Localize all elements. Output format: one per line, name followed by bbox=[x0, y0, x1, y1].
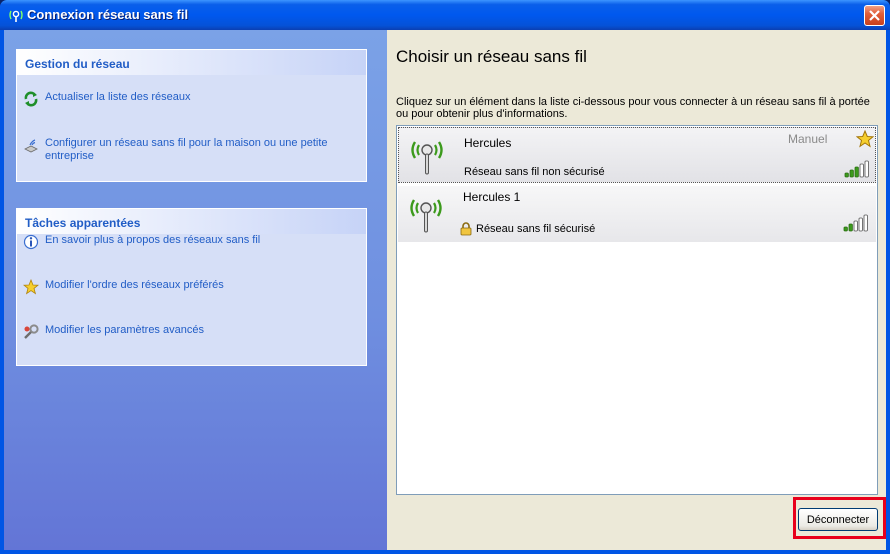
task-pane: Gestion du réseau Actualiser la liste de… bbox=[4, 30, 387, 550]
signal-bar bbox=[853, 220, 858, 232]
wireless-antenna-icon bbox=[9, 10, 23, 22]
signal-strength-icon bbox=[843, 214, 868, 232]
network-name: Hercules bbox=[464, 136, 512, 150]
signal-bar bbox=[843, 226, 848, 232]
network-name: Hercules 1 bbox=[463, 190, 521, 204]
star-icon bbox=[23, 279, 39, 295]
signal-strength-icon bbox=[844, 160, 869, 178]
lock-icon bbox=[460, 222, 472, 236]
network-selection-pane: Choisir un réseau sans fil Cliquez sur u… bbox=[387, 30, 886, 550]
network-security-status: Réseau sans fil sécurisé bbox=[460, 222, 595, 236]
signal-bar bbox=[858, 217, 863, 232]
settings-icon bbox=[24, 324, 39, 339]
setup-wireless-network-label: Configurer un réseau sans fil pour la ma… bbox=[45, 137, 328, 162]
title-bar[interactable]: Connexion réseau sans fil bbox=[0, 0, 890, 30]
network-security-status: Réseau sans fil non sécurisé bbox=[464, 166, 605, 178]
learn-about-wireless-label: En savoir plus à propos des réseaux sans… bbox=[45, 234, 261, 246]
signal-bar bbox=[854, 166, 859, 178]
signal-bar bbox=[849, 169, 854, 178]
network-security-text: Réseau sans fil sécurisé bbox=[476, 223, 596, 235]
related-tasks-header: Tâches apparentées bbox=[17, 209, 366, 234]
close-button[interactable] bbox=[864, 5, 885, 26]
page-title: Choisir un réseau sans fil bbox=[396, 47, 587, 66]
refresh-icon bbox=[24, 91, 38, 107]
instructions-text: Cliquez sur un élément dans la liste ci-… bbox=[396, 96, 870, 120]
network-list[interactable]: Hercules Manuel Réseau sans fil non sécu… bbox=[396, 125, 878, 495]
refresh-network-list-link[interactable]: Actualiser la liste des réseaux bbox=[23, 91, 191, 107]
window-client-area: Gestion du réseau Actualiser la liste de… bbox=[4, 30, 886, 550]
signal-bar bbox=[864, 160, 869, 178]
related-tasks-panel: Tâches apparentées En savoir plus à prop… bbox=[16, 208, 367, 366]
change-preferred-order-link[interactable]: Modifier l'ordre des réseaux préférés bbox=[23, 279, 224, 295]
network-tasks-header: Gestion du réseau bbox=[17, 50, 366, 75]
setup-wizard-icon bbox=[24, 139, 38, 153]
network-item-hercules[interactable]: Hercules Manuel Réseau sans fil non sécu… bbox=[398, 127, 876, 183]
signal-bar bbox=[848, 223, 853, 232]
change-advanced-settings-label: Modifier les paramètres avancés bbox=[45, 324, 204, 336]
setup-wireless-network-link[interactable]: Configurer un réseau sans fil pour la ma… bbox=[23, 137, 363, 163]
close-icon bbox=[869, 10, 880, 21]
window-title: Connexion réseau sans fil bbox=[27, 7, 189, 22]
change-preferred-order-label: Modifier l'ordre des réseaux préférés bbox=[45, 279, 224, 291]
wireless-antenna-icon bbox=[411, 141, 443, 175]
wireless-connection-window: Connexion réseau sans fil Gestion du rés… bbox=[0, 0, 890, 554]
network-tasks-panel: Gestion du réseau Actualiser la liste de… bbox=[16, 49, 367, 182]
info-icon bbox=[23, 234, 39, 250]
learn-about-wireless-link[interactable]: En savoir plus à propos des réseaux sans… bbox=[23, 234, 260, 250]
wireless-antenna-icon bbox=[410, 199, 442, 233]
signal-bar bbox=[863, 214, 868, 232]
signal-bar bbox=[844, 172, 849, 178]
network-item-hercules-1[interactable]: Hercules 1 Réseau sans fil sécurisé bbox=[398, 186, 876, 242]
signal-bar bbox=[859, 163, 864, 178]
refresh-network-list-label: Actualiser la liste des réseaux bbox=[45, 91, 191, 103]
disconnect-button-highlight bbox=[793, 497, 886, 539]
preferred-star-icon bbox=[856, 130, 874, 148]
change-advanced-settings-link[interactable]: Modifier les paramètres avancés bbox=[23, 324, 204, 340]
connection-mode: Manuel bbox=[788, 132, 828, 146]
